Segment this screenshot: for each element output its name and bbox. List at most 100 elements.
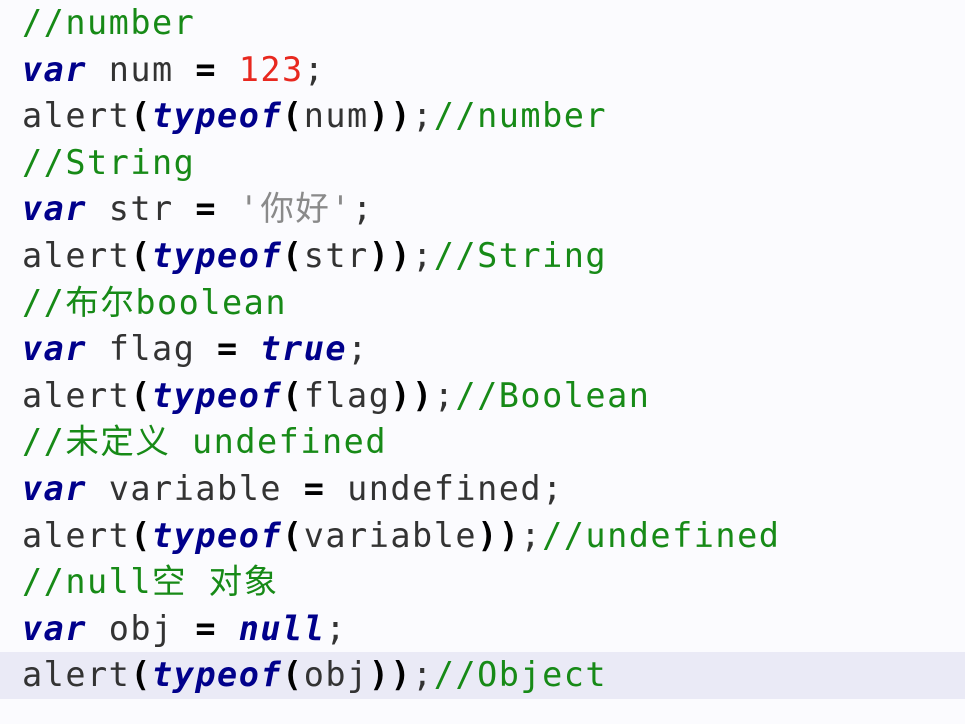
paren-open: ( [282,96,304,136]
assigned-value: null [238,608,326,648]
paren-open: ( [282,375,304,415]
code-line[interactable]: alert(typeof(flag));//Boolean [0,373,965,420]
variable-name: str [108,189,174,229]
code-comment: //Boolean [455,375,651,415]
semicolon: ; [542,468,564,508]
code-line[interactable]: var flag = true; [0,326,965,373]
code-line-current[interactable]: alert(typeof(obj));//Object [0,652,965,699]
function-name: alert [22,515,131,555]
assigned-value: true [260,329,348,369]
paren-close: )) [368,235,413,275]
assign-operator: = [195,608,218,648]
code-comment: //未定义 undefined [22,422,388,462]
argument-name: str [303,235,369,275]
code-line[interactable]: var obj = null; [0,606,965,653]
code-area[interactable]: //number var num = 123; alert(typeof(num))… [0,0,965,699]
variable-name: flag [108,329,196,369]
assign-operator: = [195,189,218,229]
code-line[interactable]: //布尔boolean [0,280,965,327]
keyword-typeof: typeof [152,515,283,555]
paren-close: )) [390,375,434,415]
assigned-value: '你好' [238,189,353,229]
assign-operator: = [303,468,326,508]
keyword-typeof: typeof [152,375,283,415]
code-comment: //undefined [542,515,781,555]
variable-name: variable [108,468,283,508]
keyword-var: var [22,189,88,229]
semicolon: ; [303,49,326,89]
assigned-value: 123 [238,49,304,89]
keyword-typeof: typeof [152,235,283,275]
code-line[interactable]: var str = '你好'; [0,186,965,233]
code-line[interactable]: var num = 123; [0,47,965,94]
semicolon: ; [412,96,434,136]
argument-name: variable [303,515,478,555]
semicolon: ; [412,655,434,695]
assigned-value: undefined [347,468,543,508]
paren-open: ( [282,655,304,695]
code-line[interactable]: //null空 对象 [0,559,965,606]
paren-close: )) [368,655,413,695]
code-comment: //null空 对象 [22,562,279,602]
paren-close: )) [477,515,521,555]
code-comment: //String [22,142,196,182]
code-comment: //number [22,3,196,42]
keyword-var: var [22,468,88,508]
function-name: alert [22,655,131,695]
argument-name: flag [303,375,391,415]
variable-name: num [108,49,174,89]
code-line[interactable]: alert(typeof(str));//String [0,233,965,280]
paren-open: ( [130,235,153,275]
semicolon: ; [520,515,543,555]
keyword-var: var [22,49,88,89]
paren-close: )) [368,96,413,136]
code-comment: //number [433,96,608,136]
code-editor[interactable]: //number var num = 123; alert(typeof(num))… [0,0,965,724]
code-line[interactable]: //未定义 undefined [0,419,965,466]
keyword-var: var [22,608,88,648]
assign-operator: = [217,329,239,369]
paren-open: ( [130,655,153,695]
assign-operator: = [195,49,218,89]
variable-name: obj [108,608,174,648]
semicolon: ; [352,189,374,229]
function-name: alert [22,235,131,275]
paren-open: ( [130,515,153,555]
semicolon: ; [412,235,434,275]
code-comment: //String [433,235,608,275]
function-name: alert [22,96,131,136]
semicolon: ; [347,329,369,369]
function-name: alert [22,375,131,415]
paren-open: ( [130,375,153,415]
keyword-typeof: typeof [152,655,283,695]
argument-name: obj [303,655,369,695]
paren-open: ( [282,235,304,275]
code-line[interactable]: alert(typeof(variable));//undefined [0,513,965,560]
argument-name: num [303,96,369,136]
paren-open: ( [130,96,153,136]
keyword-var: var [22,329,88,369]
semicolon: ; [433,375,456,415]
code-line[interactable]: var variable = undefined; [0,466,965,513]
code-line[interactable]: //number [0,0,965,47]
code-comment: //布尔boolean [22,282,288,322]
code-comment: //Object [433,655,608,695]
code-line[interactable]: alert(typeof(num));//number [0,93,965,140]
code-line[interactable]: //String [0,140,965,187]
paren-open: ( [282,515,304,555]
